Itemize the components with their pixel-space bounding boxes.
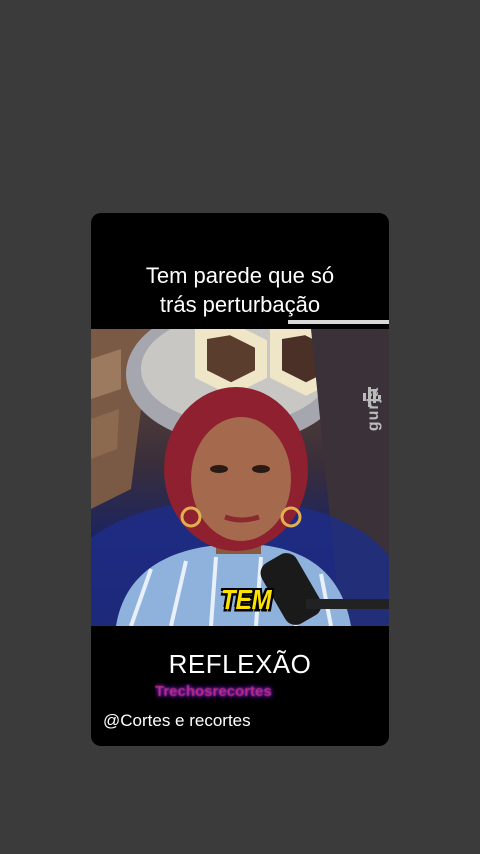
channel-watermark: gurja: [363, 387, 385, 471]
caption-line-2: trás perturbação: [159, 292, 321, 317]
progress-indicator: [288, 320, 389, 324]
video-subtitle: TEM: [221, 584, 272, 616]
video-scene: [91, 329, 389, 626]
scribbled-text: Trechosrecortes: [155, 683, 272, 700]
post-title: REFLEXÃO: [168, 649, 312, 679]
caption-text: Tem parede que só trás perturbação: [91, 261, 389, 319]
video-frame[interactable]: gurja TEM: [91, 329, 389, 626]
video-post-card[interactable]: Tem parede que só trás perturbação gurja…: [91, 213, 389, 746]
watermark-text: gurja: [365, 387, 382, 432]
author-handle[interactable]: @Cortes e recortes: [103, 711, 251, 731]
caption-line-1: Tem parede que só: [145, 263, 335, 288]
